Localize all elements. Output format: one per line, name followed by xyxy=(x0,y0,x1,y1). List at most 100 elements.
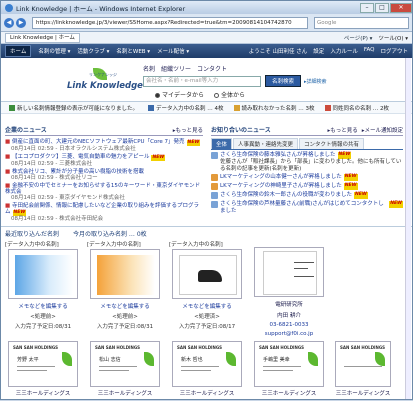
card-tile: SAN SAN HOLDINGS 三三ホールディングス xyxy=(333,341,393,397)
notice-bar: 新しい名刺情報登録の表示が可能になりました。 データ入力中の名刺 … 4枚 読み… xyxy=(1,102,412,114)
card-image[interactable]: SAN SAN HOLDINGS 新木 哲也 xyxy=(172,341,242,387)
tab-share[interactable]: コンタクト情報の共有 xyxy=(299,138,365,149)
nav-home[interactable]: ホーム xyxy=(5,45,32,57)
brand-name: Link Knowledge xyxy=(67,81,143,91)
browser-search-input[interactable]: Google xyxy=(314,16,409,29)
edit-memo-link[interactable]: メモなどを編集する xyxy=(5,302,81,310)
ie-icon xyxy=(5,3,13,12)
person-icon xyxy=(211,192,218,199)
card-tile: [データ入力中の名刺] メモなどを編集する <処理済> 入力完了予定日:08/1… xyxy=(169,240,245,337)
back-icon[interactable]: ◀ xyxy=(4,17,14,28)
close-button[interactable]: ✕ xyxy=(390,2,412,13)
edit-memo-link[interactable]: メモなどを編集する xyxy=(169,302,245,310)
notice-item[interactable]: 読み取れなかった名刺 … 3枚 xyxy=(233,104,315,112)
person-icon xyxy=(211,183,218,190)
card-image[interactable]: SAN SAN HOLDINGS 松山 志信 xyxy=(90,341,160,387)
radio-my-data[interactable]: マイデータから xyxy=(155,90,204,99)
news-item[interactable]: ■ 倒産に直面の町、大建元のNECソフトウェア最新CPU「Core 7」発売 NE… xyxy=(5,139,203,152)
notice-item[interactable]: 新しい名刺情報登録の表示が可能になりました。 xyxy=(9,104,138,112)
news-panels: 企業のニュース ▸もっと見る ■ 倒産に直面の町、大建元のNECソフトウェア最新C… xyxy=(1,123,412,223)
card-image[interactable] xyxy=(90,249,160,299)
notice-item[interactable]: 同姓同名の名刺 … 2枚 xyxy=(324,104,389,112)
card-person: 内田 耕介 xyxy=(277,313,301,319)
contact-news-message: 佐藤さんが「販社課長」から「部長」に変わりました。他にも所有している名刺の記事を… xyxy=(220,159,402,172)
tools-menu[interactable]: ツール(O) ▾ xyxy=(378,34,408,42)
card-tile: SAN SAN HOLDINGS 新木 哲也 三三ホールディングス xyxy=(169,341,245,397)
maximize-button[interactable]: □ xyxy=(375,2,389,13)
card-search-input[interactable]: 会社名・名前・e-mail等入力 xyxy=(143,75,261,87)
tab-all[interactable]: 全体 xyxy=(211,138,233,149)
nav-cards[interactable]: 名刺 xyxy=(143,64,155,73)
contacts-news-title: お知り合いのニュース xyxy=(211,127,271,134)
card-image[interactable]: SAN SAN HOLDINGS 手嶋里 美幸 xyxy=(254,341,324,387)
recent-cards-title: 最近取り込んだ名刺 xyxy=(5,231,60,238)
card-tile xyxy=(333,240,393,337)
contact-news-item[interactable]: さくら生命保険の芦林量藤さん(前職)さんがはじめてコンタクトしました NEW xyxy=(211,201,403,214)
url-input[interactable]: https://linkknowledge.jp/3/viewer/S5Home… xyxy=(32,16,308,29)
forward-icon[interactable]: ▶ xyxy=(16,17,26,28)
minimize-button[interactable]: – xyxy=(360,2,374,13)
brand-logo[interactable]: リンクナレッジ Link Knowledge xyxy=(67,68,143,96)
contact-news-item[interactable]: LKマーケティングの神崎里子さんが昇格しました NEW xyxy=(211,183,403,190)
input-rules-link[interactable]: 入力ルール xyxy=(330,47,358,55)
brand-sub: リンクナレッジ xyxy=(89,72,117,77)
card-email[interactable]: support@f0i.co.jp xyxy=(251,331,327,337)
card-image[interactable] xyxy=(8,249,78,299)
nav-activity[interactable]: 活動クラブ ▾ xyxy=(77,47,109,55)
company-news-more[interactable]: ▸もっと見る xyxy=(173,126,203,134)
nav-org-tree[interactable]: 組織ツリー xyxy=(161,64,191,73)
news-item[interactable]: ■ 金融不安の中でセミナーをお知らせする15のキーワード・東京ダイヤモンド株式会… xyxy=(5,183,203,201)
browser-tab[interactable]: Link Knowledge | ホーム xyxy=(5,32,80,43)
contact-news-item[interactable]: さくら生命保険の藤本雅弘さんが昇格しました NEW xyxy=(211,152,403,159)
edit-memo-link[interactable]: メモなどを編集する xyxy=(87,302,163,310)
person-icon xyxy=(211,201,218,208)
news-item[interactable]: ■ 【エコプロダクツ】三菱、電気自動車の魅力をアピール NEW 08月14日 02:… xyxy=(5,154,203,167)
leaf-icon xyxy=(226,352,236,366)
card-phone[interactable]: 03-6821-0033 xyxy=(251,322,327,328)
mail-settings-link[interactable]: ▸メール通知設定 xyxy=(362,126,403,134)
page-header: リンクナレッジ Link Knowledge 名刺 組織ツリー コンタクト 会社… xyxy=(1,58,412,102)
card-tile: SAN SAN HOLDINGS 松山 志信 三三ホールディングス xyxy=(87,341,163,397)
page-scrollbar[interactable] xyxy=(405,58,411,399)
tab-personnel[interactable]: 人事異動・連絡先変更 xyxy=(233,138,299,149)
nav-mail[interactable]: メール配信 ▾ xyxy=(157,47,189,55)
notice-item[interactable]: データ入力中の名刺 … 4枚 xyxy=(148,104,224,112)
company-news-title: 企業のニュース xyxy=(5,127,47,134)
card-image[interactable] xyxy=(254,247,324,297)
card-icon xyxy=(148,105,155,111)
window-title: Link Knowledge | ホーム - Windows Internet … xyxy=(16,4,186,13)
company-news-panel: 企業のニュース ▸もっと見る ■ 倒産に直面の町、大建元のNECソフトウェア最新C… xyxy=(1,123,207,223)
nav-contacts[interactable]: コンタクト xyxy=(197,64,227,73)
card-tile: [データ入力中の名刺] メモなどを編集する <処理前> 入力完了予定日:08/3… xyxy=(5,240,81,337)
title-bar: Link Knowledge | ホーム - Windows Internet … xyxy=(1,1,412,14)
advanced-search-link[interactable]: ▸詳細検索 xyxy=(304,78,327,85)
card-company: 電研研究所 xyxy=(275,302,303,308)
card-search-button[interactable]: 名刺検索 xyxy=(265,75,302,87)
nav-card-web[interactable]: 名刺とWEB ▾ xyxy=(116,47,150,55)
radio-all[interactable]: 全体から xyxy=(214,90,245,99)
leaf-icon xyxy=(144,352,154,366)
card-tile: SAN SAN HOLDINGS 手嶋里 美幸 三三ホールディングス xyxy=(251,341,327,397)
leaf-icon xyxy=(308,352,318,366)
news-item[interactable]: ■ 寺田紀会前関係、情報に配慮したいなど企業の取り組みを評価するプログラム NEW… xyxy=(5,203,203,222)
recent-cards-count: 今月の取り込み名刺 … 0枚 xyxy=(73,231,147,238)
news-item[interactable]: ■ 株式会社リコ、累計が分子量の高い樹脂の技術を搭載 08月14日 02:59 -… xyxy=(5,169,203,181)
contacts-news-more[interactable]: ▸もっと見る xyxy=(327,126,357,134)
settings-link[interactable]: 設定 xyxy=(313,47,324,55)
welcome-text: ようこそ 山田利佳 さん xyxy=(248,49,308,55)
contact-news-item[interactable]: LKマーケティングの山本健一さんが昇格しました NEW xyxy=(211,174,403,181)
faq-link[interactable]: FAQ xyxy=(364,47,375,55)
card-image[interactable]: SAN SAN HOLDINGS xyxy=(335,341,391,387)
contacts-news-panel: お知り合いのニュース ▸もっと見る ▸メール通知設定 全体 人事異動・連絡先変更 コ… xyxy=(207,123,407,223)
logout-link[interactable]: ログアウト xyxy=(380,47,408,55)
page-menu[interactable]: ページ(P) ▾ xyxy=(344,34,373,42)
leaf-icon xyxy=(375,352,385,366)
card-image[interactable] xyxy=(172,249,242,299)
leaf-icon xyxy=(62,352,72,366)
person-icon xyxy=(211,152,218,159)
nav-card-manage[interactable]: 名刺の管理 ▾ xyxy=(38,47,70,55)
new-card-icon xyxy=(9,105,15,111)
vehicle-image xyxy=(198,270,222,282)
contact-news-item[interactable]: さくら生命保険の鈴木一郎さんの役職が変わりました NEW xyxy=(211,192,403,199)
card-image[interactable]: SAN SAN HOLDINGS 芳野 太平 xyxy=(8,341,78,387)
